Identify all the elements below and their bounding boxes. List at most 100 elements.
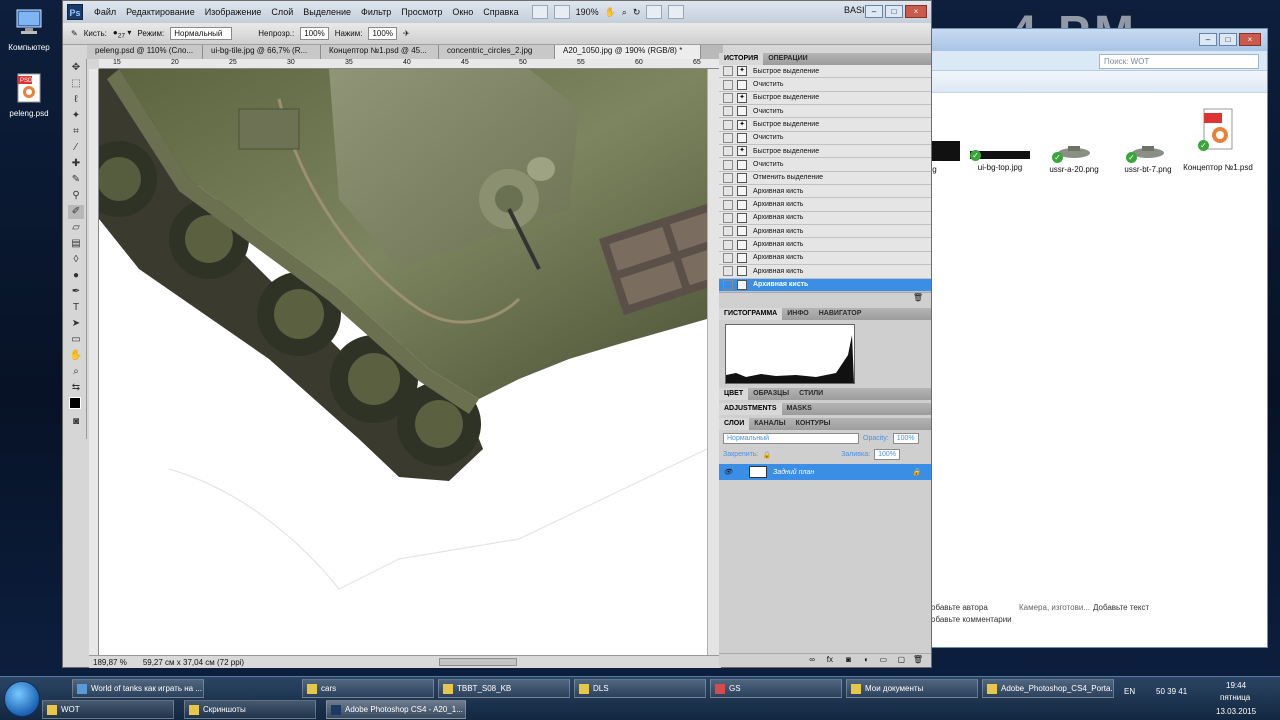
- move-tool-icon[interactable]: ✥: [68, 61, 84, 75]
- menu-edit[interactable]: Редактирование: [121, 7, 200, 17]
- flow-field[interactable]: 100%: [368, 27, 397, 40]
- menu-filter[interactable]: Фильтр: [356, 7, 396, 17]
- vertical-scrollbar[interactable]: [707, 69, 719, 655]
- airbrush-icon[interactable]: ✈: [403, 29, 410, 38]
- zoom-level-dropdown[interactable]: 190%: [576, 7, 599, 17]
- minimize-button[interactable]: –: [1199, 33, 1217, 46]
- start-button[interactable]: [4, 681, 40, 717]
- menu-window[interactable]: Окно: [447, 7, 478, 17]
- history-item[interactable]: Очистить: [719, 158, 931, 172]
- layer-style-icon[interactable]: fx: [827, 655, 833, 664]
- swap-colors-icon[interactable]: ⇆: [68, 381, 84, 395]
- arrange-documents-icon[interactable]: [646, 5, 663, 19]
- detail-comments[interactable]: обавьте комментарии: [931, 615, 1012, 624]
- opacity-field[interactable]: 100%: [300, 27, 329, 40]
- layer-fill-field[interactable]: 100%: [874, 449, 900, 460]
- taskbar-button[interactable]: Adobe_Photoshop_CS4_Porta...: [982, 679, 1114, 698]
- mode-select[interactable]: Нормальный: [170, 27, 233, 40]
- taskbar-button[interactable]: DLS: [574, 679, 706, 698]
- history-item[interactable]: Очистить: [719, 78, 931, 92]
- add-mask-icon[interactable]: ◙: [846, 655, 851, 664]
- taskbar-button[interactable]: cars: [302, 679, 434, 698]
- taskbar-button[interactable]: World of tanks как играть на ...: [72, 679, 204, 698]
- tab-navigator[interactable]: НАВИГАТОР: [814, 308, 867, 320]
- menu-help[interactable]: Справка: [478, 7, 523, 17]
- document-tab[interactable]: peleng.psd @ 110% (Сло...: [87, 45, 203, 59]
- blur-tool-icon[interactable]: ◊: [68, 253, 84, 267]
- history-item[interactable]: Архивная кисть: [719, 225, 931, 239]
- menu-layer[interactable]: Слой: [266, 7, 298, 17]
- history-item[interactable]: Архивная кисть: [719, 211, 931, 226]
- document-tab[interactable]: ui-bg-tile.jpg @ 66,7% (R...: [203, 45, 321, 59]
- tab-history[interactable]: ИСТОРИЯ: [719, 53, 764, 65]
- lock-icon[interactable]: 🔒: [762, 451, 771, 459]
- quick-mask-icon[interactable]: ◙: [68, 415, 84, 429]
- maximize-button[interactable]: □: [885, 5, 903, 18]
- desktop-icon-computer[interactable]: Компьютер: [0, 6, 58, 52]
- history-item[interactable]: ✦ Быстрое выделение: [719, 91, 931, 106]
- history-item[interactable]: Архивная кисть: [719, 265, 931, 279]
- tab-layers[interactable]: СЛОИ: [719, 418, 750, 430]
- history-item[interactable]: Очистить: [719, 131, 931, 146]
- gradient-tool-icon[interactable]: ▤: [68, 237, 84, 251]
- brush-preset-picker[interactable]: ●27 ▾: [113, 28, 132, 40]
- file-item[interactable]: ✓ ussr-bt-7.png: [1111, 141, 1185, 174]
- tab-color[interactable]: ЦВЕТ: [719, 388, 749, 400]
- menu-view[interactable]: Просмотр: [396, 7, 447, 17]
- history-item[interactable]: ✦ Быстрое выделение: [719, 65, 931, 79]
- history-brush-tool-icon[interactable]: ✐: [68, 205, 84, 219]
- document-canvas[interactable]: [99, 69, 707, 655]
- history-item-selected[interactable]: Архивная кисть: [719, 278, 931, 292]
- screen-mode-icon[interactable]: [668, 5, 685, 19]
- tab-styles[interactable]: СТИЛИ: [794, 388, 828, 400]
- zoom-tool-icon[interactable]: ⌕: [68, 365, 84, 379]
- tab-paths[interactable]: КОНТУРЫ: [791, 418, 836, 430]
- horizontal-scrollbar-thumb[interactable]: [439, 658, 517, 666]
- tab-channels[interactable]: КАНАЛЫ: [749, 418, 790, 430]
- link-layers-icon[interactable]: ∞: [809, 655, 815, 664]
- history-item[interactable]: ✦ Быстрое выделение: [719, 145, 931, 159]
- trash-icon[interactable]: 🗑: [913, 293, 923, 302]
- shape-tool-icon[interactable]: ▭: [68, 333, 84, 347]
- taskbar-button[interactable]: Скриншоты: [184, 700, 316, 719]
- document-tab[interactable]: concentric_circles_2.jpg: [439, 45, 555, 59]
- history-brush-tool-icon[interactable]: ✎: [71, 29, 78, 38]
- pen-tool-icon[interactable]: ✒: [68, 285, 84, 299]
- document-tab-active[interactable]: A20_1050.jpg @ 190% (RGB/8) *: [555, 45, 701, 59]
- file-item[interactable]: ✓ ui-bg-top.jpg: [963, 141, 1037, 172]
- marquee-tool-icon[interactable]: ⬚: [68, 77, 84, 91]
- taskbar-button[interactable]: WOT: [42, 700, 174, 719]
- document-tab[interactable]: Концептор №1.psd @ 45...: [321, 45, 439, 59]
- close-button[interactable]: ×: [905, 5, 927, 18]
- eyedropper-tool-icon[interactable]: ⁄: [68, 141, 84, 155]
- taskbar-button-active[interactable]: Adobe Photoshop CS4 - A20_1...: [326, 700, 466, 719]
- tab-info[interactable]: ИНФО: [782, 308, 814, 320]
- hand-tool-icon[interactable]: ✋: [68, 349, 84, 363]
- history-item[interactable]: Отменить выделение: [719, 171, 931, 186]
- taskbar-button[interactable]: GS: [710, 679, 842, 698]
- dodge-tool-icon[interactable]: ●: [68, 269, 84, 283]
- history-item[interactable]: ✦ Быстрое выделение: [719, 118, 931, 132]
- zoom-tool-icon[interactable]: ⌕: [622, 7, 627, 18]
- adjustment-layer-icon[interactable]: ◐: [864, 655, 869, 664]
- new-layer-icon[interactable]: ▢: [897, 655, 905, 664]
- history-item[interactable]: Архивная кисть: [719, 238, 931, 252]
- tab-masks[interactable]: MASKS: [782, 403, 817, 415]
- language-indicator[interactable]: EN: [1124, 687, 1135, 696]
- search-input[interactable]: Поиск: WOT: [1099, 54, 1259, 69]
- path-selection-tool-icon[interactable]: ➤: [68, 317, 84, 331]
- new-group-icon[interactable]: ▭: [879, 655, 887, 664]
- taskbar-button[interactable]: TBBT_S08_KB: [438, 679, 570, 698]
- trash-icon[interactable]: 🗑: [913, 655, 923, 664]
- healing-brush-tool-icon[interactable]: ✚: [68, 157, 84, 171]
- history-item[interactable]: Архивная кисть: [719, 185, 931, 199]
- rotate-view-icon[interactable]: ↻: [633, 7, 641, 18]
- menu-file[interactable]: Файл: [89, 7, 121, 17]
- hand-tool-icon[interactable]: ✋: [605, 7, 616, 18]
- maximize-button[interactable]: □: [1219, 33, 1237, 46]
- desktop-icon-peleng[interactable]: PSD peleng.psd: [0, 72, 58, 118]
- taskbar-button[interactable]: Мои документы: [846, 679, 978, 698]
- file-item[interactable]: ✓ ussr-a-20.png: [1037, 141, 1111, 174]
- history-item[interactable]: Архивная кисть: [719, 251, 931, 266]
- status-zoom[interactable]: 189,87 %: [93, 658, 127, 667]
